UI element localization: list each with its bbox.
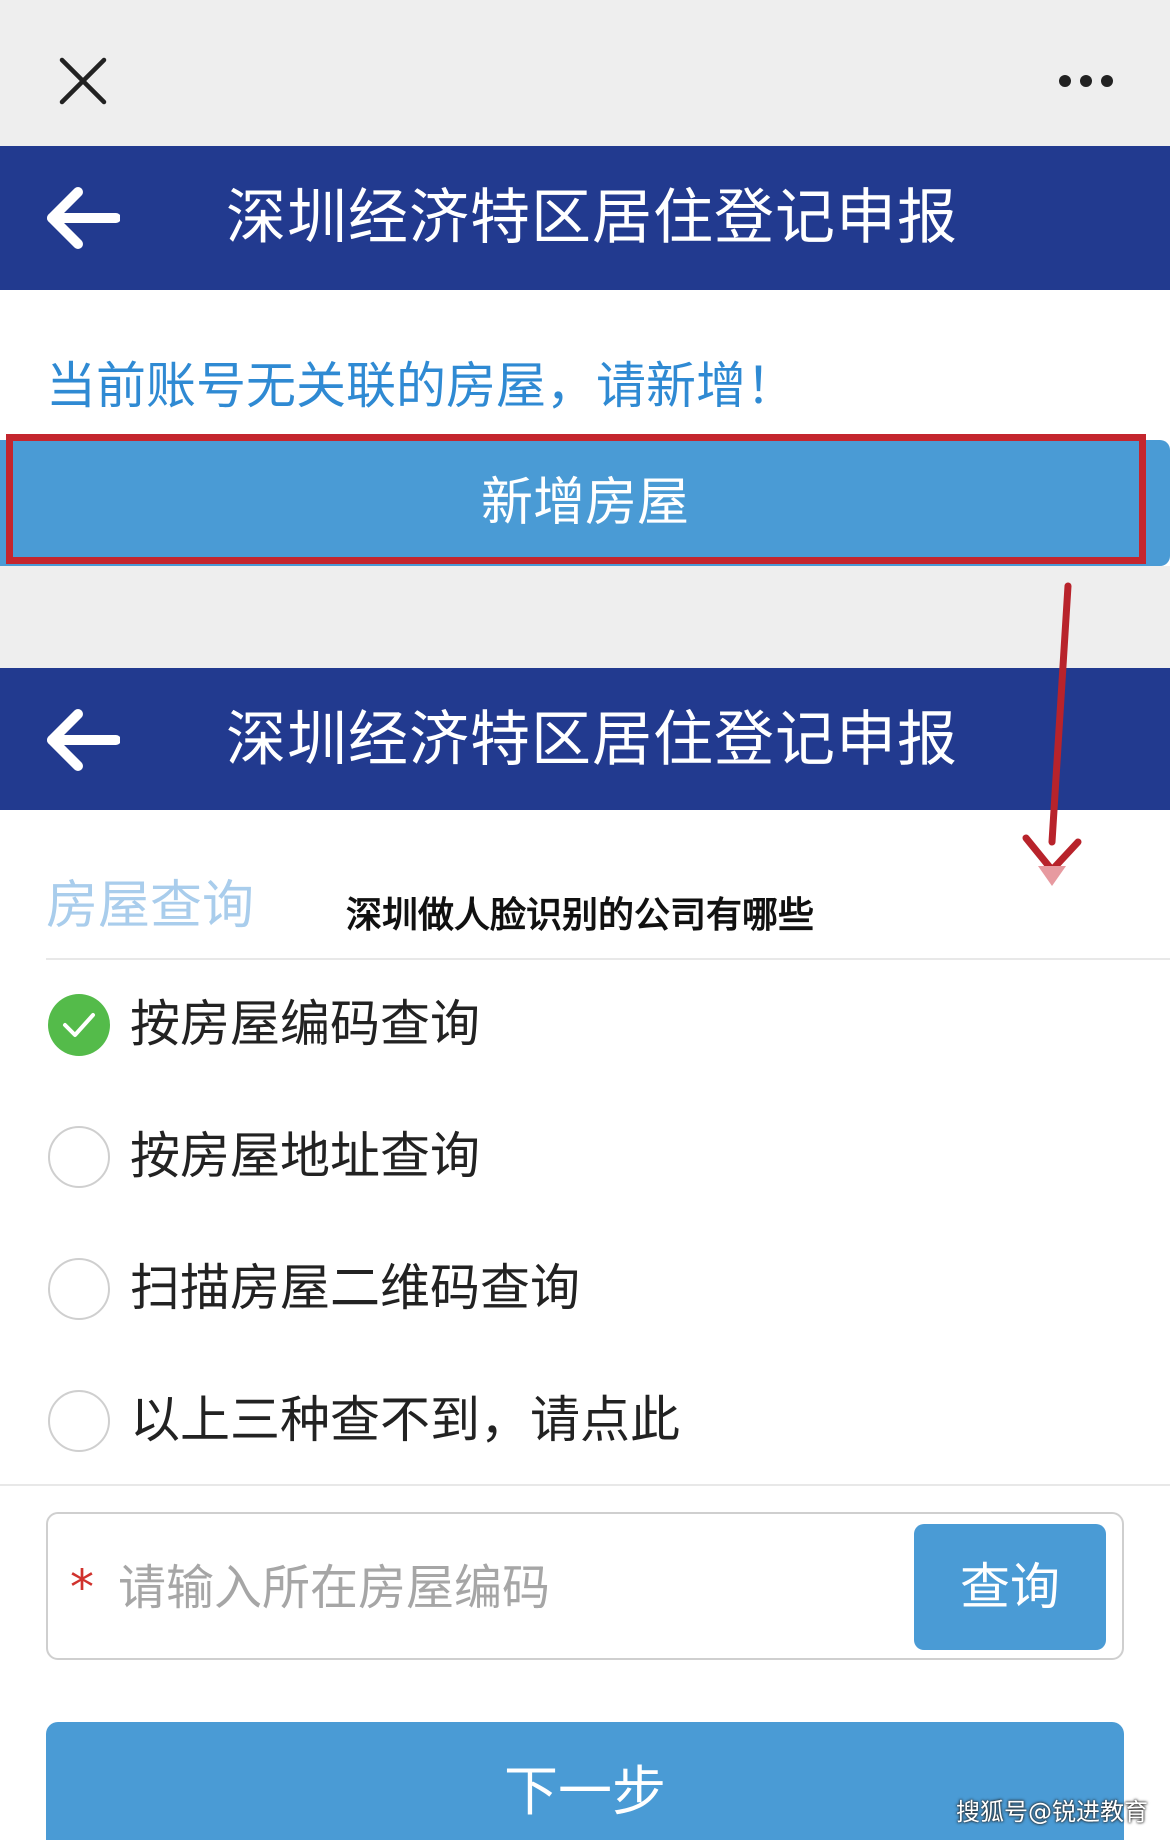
divider xyxy=(46,958,1170,960)
screen-separator xyxy=(0,566,1170,668)
app-header: 深圳经济特区居住登记申报 xyxy=(0,146,1170,290)
back-arrow-icon[interactable] xyxy=(44,708,120,772)
source-watermark: 搜狐号@锐进教育 xyxy=(956,1798,1148,1826)
option-by-house-code[interactable]: 按房屋编码查询 xyxy=(46,974,1126,1074)
option-label: 按房屋编码查询 xyxy=(130,995,480,1053)
option-label: 以上三种查不到，请点此 xyxy=(130,1391,680,1449)
option-by-house-address[interactable]: 按房屋地址查询 xyxy=(46,1106,1126,1206)
add-house-button[interactable]: 新增房屋 xyxy=(0,440,1170,566)
page-title: 深圳经济特区居住登记申报 xyxy=(226,705,958,775)
house-code-search-box: * 查询 xyxy=(46,1512,1124,1660)
option-label: 扫描房屋二维码查询 xyxy=(130,1259,580,1317)
radio-checked[interactable] xyxy=(48,994,110,1056)
option-none-found[interactable]: 以上三种查不到，请点此 xyxy=(46,1370,1126,1470)
radio-unchecked[interactable] xyxy=(48,1390,110,1452)
overlay-caption: 深圳做人脸识别的公司有哪些 xyxy=(346,895,815,936)
top-bar xyxy=(0,0,1170,146)
no-house-notice: 当前账号无关联的房屋，请新增！ xyxy=(46,357,796,415)
more-icon[interactable] xyxy=(1058,72,1114,90)
section-title: 房屋查询 xyxy=(46,876,255,936)
query-button[interactable]: 查询 xyxy=(914,1524,1106,1650)
option-label: 按房屋地址查询 xyxy=(130,1127,480,1185)
house-code-input[interactable] xyxy=(118,1550,918,1626)
checkmark-icon xyxy=(63,1013,95,1037)
page: 深圳经济特区居住登记申报 当前账号无关联的房屋，请新增！ 新增房屋 深圳经济特区… xyxy=(0,0,1170,1840)
divider xyxy=(0,1484,1170,1486)
radio-unchecked[interactable] xyxy=(48,1258,110,1320)
required-mark: * xyxy=(70,1560,94,1616)
option-scan-qr-code[interactable]: 扫描房屋二维码查询 xyxy=(46,1238,1126,1338)
annotation-arrow-icon xyxy=(1022,582,1082,886)
radio-unchecked[interactable] xyxy=(48,1126,110,1188)
app-header: 深圳经济特区居住登记申报 xyxy=(0,668,1170,810)
close-icon[interactable] xyxy=(58,56,108,106)
page-title: 深圳经济特区居住登记申报 xyxy=(226,183,958,253)
back-arrow-icon[interactable] xyxy=(44,186,120,250)
